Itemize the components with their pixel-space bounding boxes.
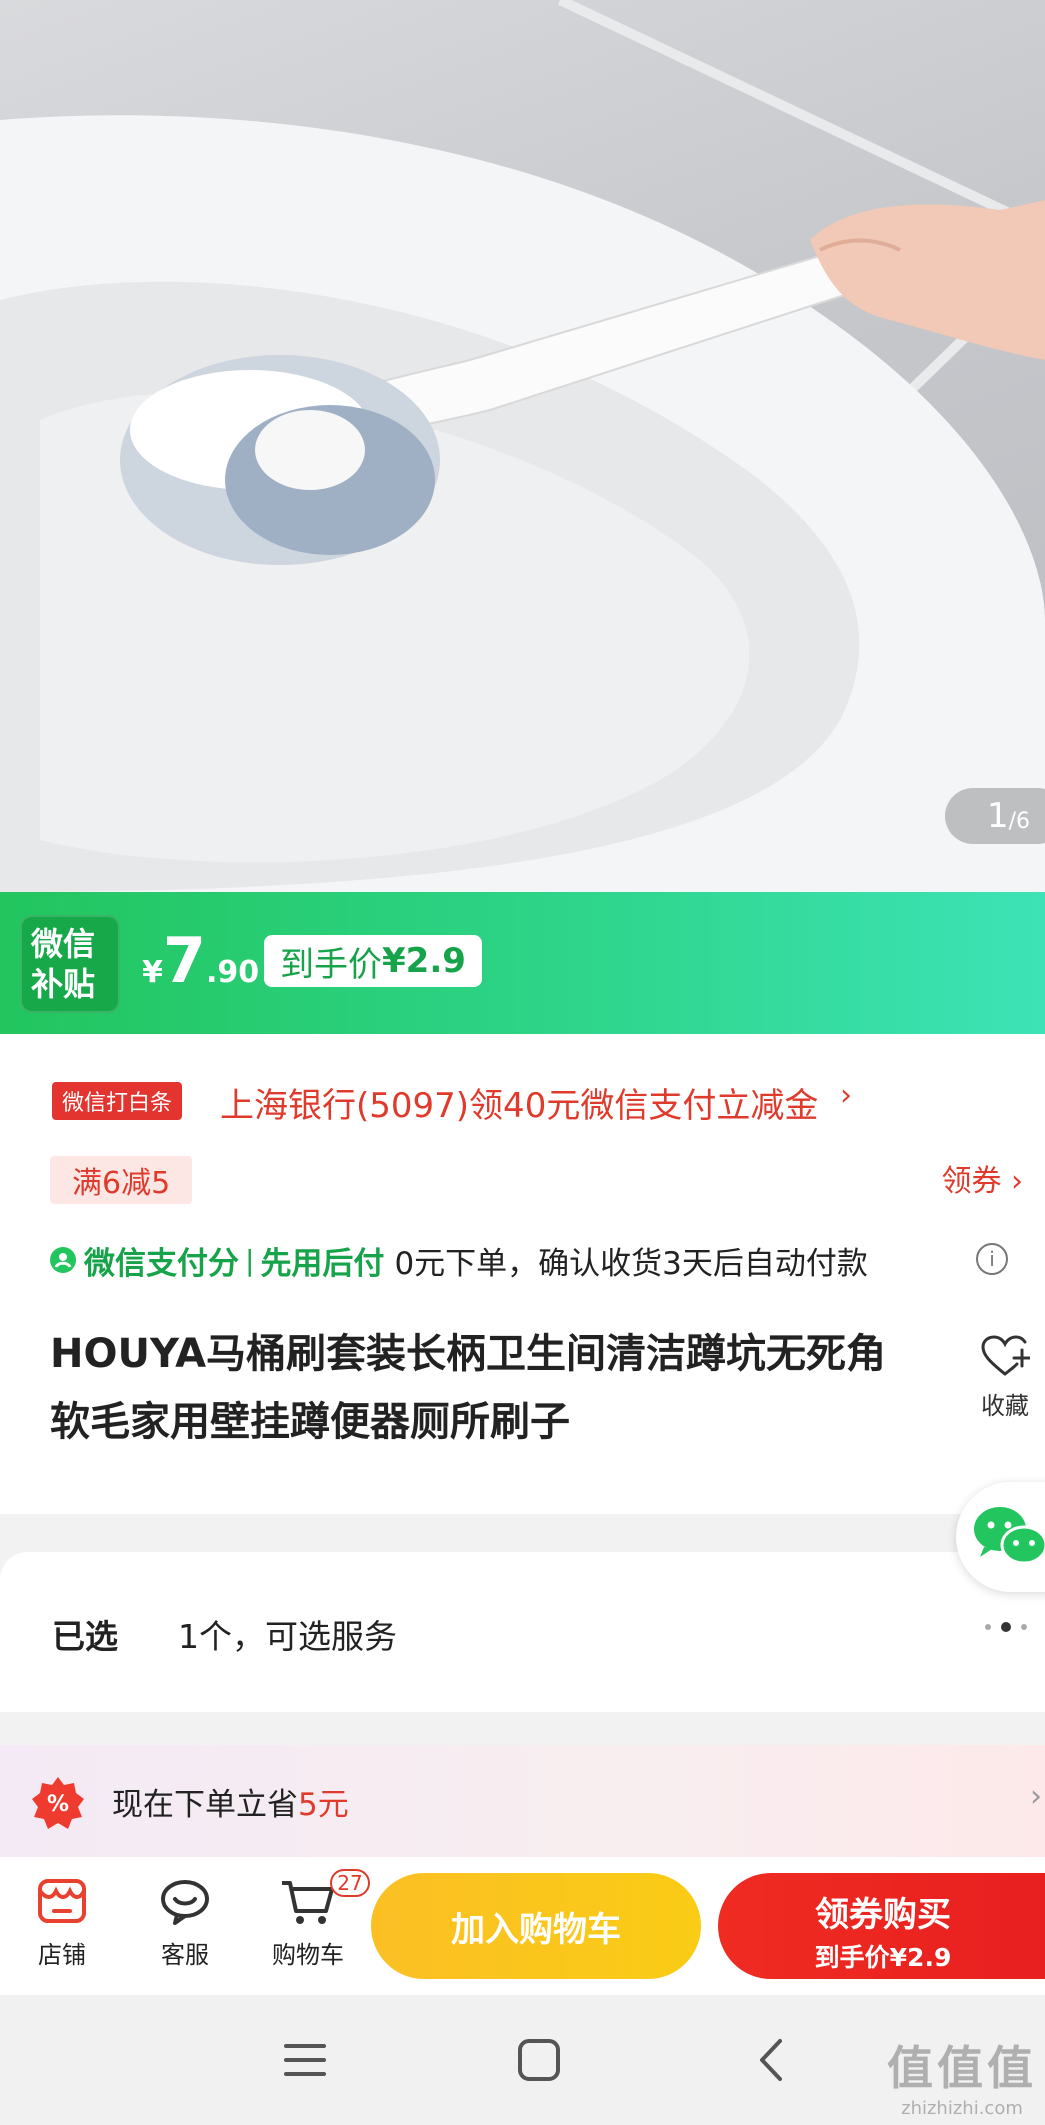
pager-dot bbox=[985, 1624, 991, 1630]
favorite-label: 收藏 bbox=[981, 1392, 1029, 1420]
cart-count-badge: 27 bbox=[330, 1869, 370, 1897]
badge-line-2: 补贴 bbox=[31, 965, 96, 1003]
product-title: HOUYA马桶刷套装长柄卫生间清洁蹲坑无死角软毛家用壁挂蹲便器厕所刷子 bbox=[50, 1331, 887, 1445]
cart-label: 购物车 bbox=[272, 1941, 344, 1969]
wechat-icon bbox=[974, 1507, 1045, 1565]
bank-promo-tag: 微信打白条 bbox=[52, 1082, 183, 1120]
selection-value: 1个，可选服务 bbox=[178, 1617, 397, 1656]
system-navigation-bar: 值值值 zhizhizhi.com bbox=[0, 1995, 1045, 2125]
pay-brand: 微信支付分 bbox=[84, 1245, 239, 1282]
selection-label: 已选 bbox=[52, 1617, 118, 1656]
watermark-url: zhizhizhi.com bbox=[901, 2098, 1023, 2119]
final-price-label: 到手价 bbox=[280, 944, 382, 985]
badge-line-1: 微信 bbox=[31, 925, 96, 963]
bottom-action-bar: 店铺 客服 27 购物车 加入购物车 领券购买 到手价¥2.9 bbox=[0, 1857, 1045, 1995]
saving-prefix: 现在下单立省 bbox=[112, 1787, 298, 1823]
price-banner: 微信 补贴 ¥7.90 到手价 ¥2.9 bbox=[0, 892, 1045, 1034]
image-counter: 1 /6 bbox=[945, 788, 1045, 844]
final-price-box: 到手价 ¥2.9 bbox=[264, 935, 482, 987]
buy-main-label: 领券购买 bbox=[815, 1895, 951, 1935]
price-integer: 7 bbox=[162, 924, 207, 997]
watermark: 值值值 zhizhizhi.com bbox=[887, 2032, 1037, 2119]
home-icon[interactable] bbox=[516, 2037, 562, 2083]
shop-icon bbox=[38, 1879, 86, 1923]
heart-plus-icon bbox=[981, 1335, 1032, 1376]
current-price: ¥7.90 bbox=[142, 924, 259, 997]
store-label: 店铺 bbox=[38, 1941, 86, 1969]
store-tab[interactable]: 店铺 bbox=[12, 1875, 112, 1970]
customer-service-tab[interactable]: 客服 bbox=[135, 1875, 235, 1970]
product-info-card: 微信打白条 上海银行(5097)领40元微信支付立减金 › 满6减5 领券 › … bbox=[0, 1034, 1045, 1514]
pay-separator: | bbox=[245, 1243, 255, 1277]
discount-tag: 满6减5 bbox=[50, 1156, 193, 1204]
saving-text: 现在下单立省5元 bbox=[112, 1779, 349, 1824]
watermark-logo: 值值值 bbox=[887, 2041, 1037, 2095]
product-photo bbox=[0, 0, 1045, 892]
wechat-pay-score-icon bbox=[50, 1247, 76, 1273]
wechat-subsidy-badge: 微信 补贴 bbox=[20, 915, 120, 1013]
price-currency: ¥ bbox=[142, 955, 163, 990]
buy-with-coupon-button[interactable]: 领券购买 到手价¥2.9 bbox=[718, 1873, 1045, 1979]
selection-row[interactable]: 已选 1个，可选服务 bbox=[0, 1552, 1045, 1712]
svg-text:%: % bbox=[47, 1792, 69, 1817]
saving-amount: 5元 bbox=[298, 1787, 349, 1823]
chevron-right-icon: › bbox=[1030, 1779, 1042, 1814]
buy-sub-label: 到手价¥2.9 bbox=[814, 1943, 952, 1972]
cart-tab[interactable]: 27 购物车 bbox=[258, 1869, 370, 1970]
float-pager bbox=[985, 1622, 1027, 1632]
wechat-share-button[interactable] bbox=[956, 1482, 1045, 1592]
back-icon[interactable] bbox=[752, 2037, 792, 2083]
favorite-button[interactable]: 收藏 bbox=[972, 1334, 1038, 1421]
info-icon[interactable]: i bbox=[976, 1243, 1008, 1275]
image-counter-total: /6 bbox=[1008, 808, 1031, 834]
pager-dot-active bbox=[1001, 1622, 1011, 1632]
pay-later-row[interactable]: 微信支付分 | 先用后付 0元下单，确认收货3天后自动付款 bbox=[48, 1236, 868, 1284]
price-decimal: .90 bbox=[206, 955, 260, 990]
chevron-right-icon[interactable]: › bbox=[840, 1078, 852, 1113]
discount-icon: % bbox=[32, 1777, 84, 1829]
pager-dot bbox=[1021, 1624, 1027, 1630]
pay-description: 0元下单，确认收货3天后自动付款 bbox=[394, 1245, 868, 1282]
get-coupon-link[interactable]: 领券 › bbox=[941, 1156, 1023, 1200]
pay-mode: 先用后付 bbox=[260, 1245, 385, 1282]
product-image-carousel[interactable]: 1 /6 bbox=[0, 0, 1045, 892]
customer-service-icon bbox=[161, 1880, 209, 1925]
saving-banner[interactable]: % 现在下单立省5元 › bbox=[0, 1745, 1045, 1857]
customer-service-label: 客服 bbox=[161, 1941, 209, 1969]
cart-icon bbox=[282, 1881, 334, 1924]
bank-promo-link[interactable]: 上海银行(5097)领40元微信支付立减金 bbox=[220, 1078, 818, 1127]
final-price-value: ¥2.9 bbox=[382, 941, 466, 981]
menu-icon[interactable] bbox=[282, 2037, 328, 2083]
image-counter-current: 1 bbox=[987, 796, 1009, 836]
add-to-cart-button[interactable]: 加入购物车 bbox=[371, 1873, 701, 1979]
